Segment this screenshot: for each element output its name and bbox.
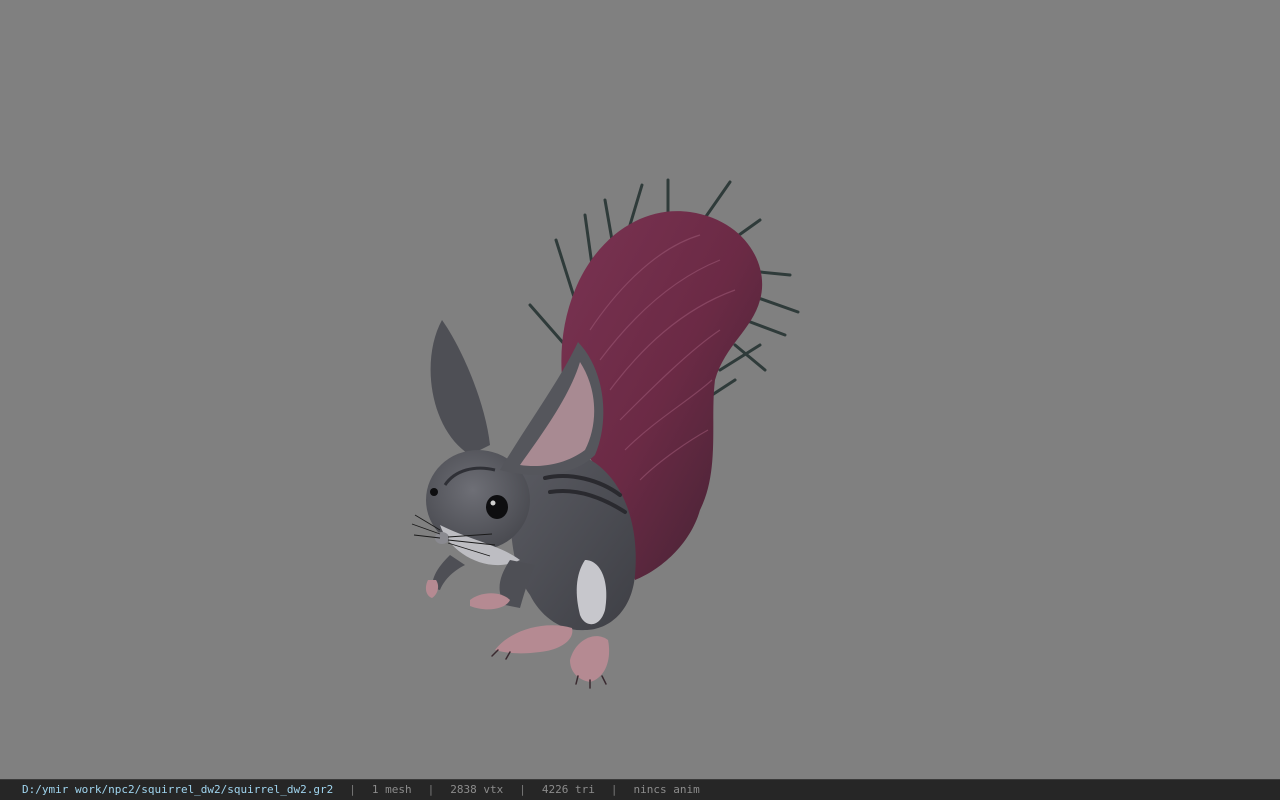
status-separator: | (519, 783, 526, 796)
foot-back (570, 636, 610, 682)
eye-far (430, 488, 438, 496)
paw-left (425, 580, 439, 598)
status-separator: | (427, 783, 435, 796)
3d-viewport[interactable] (0, 0, 1280, 779)
model-file-path: D:/ymir work/npc2/squirrel_dw2/squirrel_… (22, 783, 334, 796)
foot-front (495, 625, 573, 654)
status-separator: | (349, 783, 356, 796)
mesh-count: 1 mesh (371, 783, 412, 796)
status-bar: D:/ymir work/npc2/squirrel_dw2/squirrel_… (0, 779, 1280, 800)
vertex-count: 2838 vtx (450, 783, 504, 796)
eye (486, 495, 508, 519)
status-separator: | (610, 783, 618, 796)
animation-status: nincs anim (633, 783, 700, 796)
squirrel-model[interactable] (0, 0, 1280, 779)
eye-highlight (490, 500, 496, 506)
ear-left (430, 320, 490, 455)
triangle-count: 4226 tri (541, 783, 595, 796)
ear-inner (520, 362, 595, 467)
